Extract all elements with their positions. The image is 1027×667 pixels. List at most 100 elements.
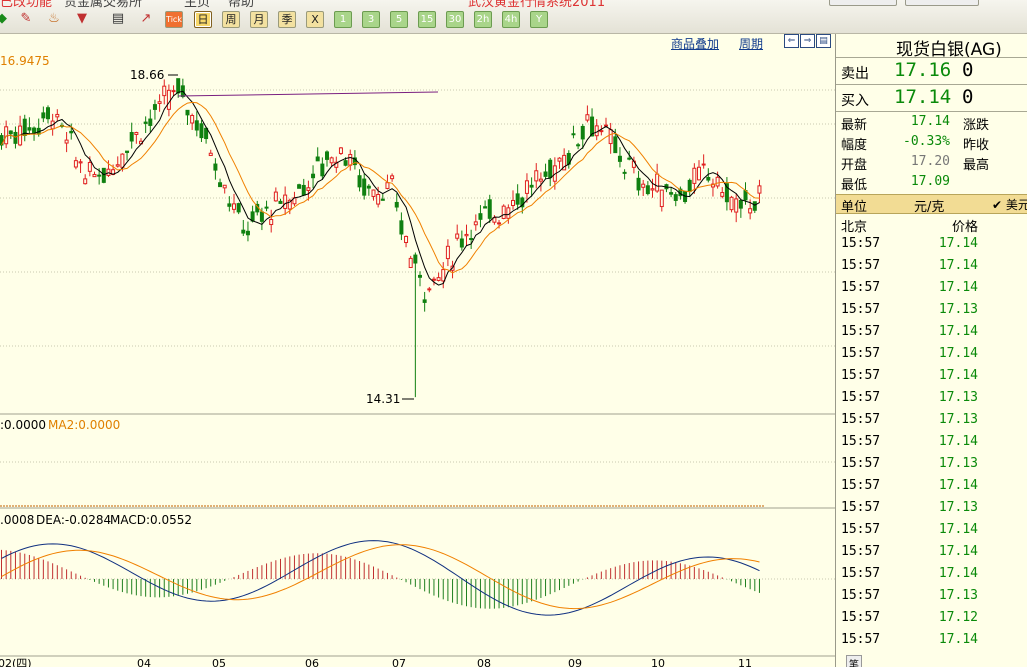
buy-label: 买入 <box>841 93 869 109</box>
period-button-5[interactable]: 1 <box>334 11 352 28</box>
tick-price: 17.13 <box>938 302 978 317</box>
tick-time: 15:57 <box>841 346 881 361</box>
candle <box>357 175 362 188</box>
menu-title-3[interactable]: 主页 <box>184 0 210 10</box>
period-button-1[interactable]: 周 <box>222 11 240 28</box>
candle <box>311 173 316 179</box>
candle <box>455 233 460 239</box>
table-icon[interactable]: ▤ <box>110 11 126 27</box>
candle <box>157 101 162 104</box>
arrow-icon[interactable]: ◆ <box>0 11 10 27</box>
chart-area[interactable]: 16.9475 18.66 14.31:0.0000 MA2:0.0000 .0008 D… <box>0 34 835 667</box>
period-button-4[interactable]: X <box>306 11 324 28</box>
buy-price: 17.14 <box>894 86 952 108</box>
tick-time: 15:57 <box>841 478 881 493</box>
candle <box>134 132 139 135</box>
candle <box>487 199 492 219</box>
period-button-0[interactable]: 日 <box>194 11 212 28</box>
period-button-7[interactable]: 5 <box>390 11 408 28</box>
candle <box>524 180 529 194</box>
candle <box>459 238 464 248</box>
candle <box>441 269 446 282</box>
currency-checkbox[interactable]: ✔ 美元 <box>992 196 1027 213</box>
overlay-link[interactable]: 商品叠加 <box>671 35 719 52</box>
pencil-icon[interactable]: ✎ <box>18 11 34 27</box>
tick-price: 17.14 <box>938 280 978 295</box>
candle <box>515 193 520 205</box>
candle <box>83 178 88 185</box>
kline-chart[interactable]: 16.9475 18.66 14.31:0.0000 MA2:0.0000 .0008 D… <box>0 34 835 667</box>
candle <box>245 230 250 236</box>
tick-time: 15:57 <box>841 434 881 449</box>
tick-time: 15:57 <box>841 302 881 317</box>
candle <box>473 221 478 226</box>
candle <box>529 184 534 188</box>
chart-icon[interactable]: ↗ <box>138 11 154 27</box>
ma-line-1 <box>1 90 760 286</box>
period-button-8[interactable]: 15 <box>418 11 436 28</box>
candle <box>413 254 418 264</box>
period-button-11[interactable]: 4h <box>502 11 520 28</box>
candle <box>92 173 97 178</box>
tick-price: 17.13 <box>938 500 978 515</box>
top-button-2[interactable] <box>905 0 979 6</box>
x-tick-label: 10 <box>651 657 665 667</box>
city-header: 北京 <box>841 220 868 235</box>
nav-right-button[interactable]: ⇒ <box>800 34 815 48</box>
list-item: 15:57 17.13 <box>836 500 1027 522</box>
layout-button[interactable]: ▤ <box>816 34 831 48</box>
list-item: 15:57 17.13 <box>836 588 1027 610</box>
candle <box>715 176 720 187</box>
candle <box>594 125 599 137</box>
tick-price: 17.13 <box>938 390 978 405</box>
candle <box>315 156 320 162</box>
x-tick-label: 06 <box>305 657 319 667</box>
candle <box>241 229 246 234</box>
tick-time: 15:57 <box>841 632 881 647</box>
top-button-1[interactable] <box>829 0 897 6</box>
candle <box>627 157 632 160</box>
filter-icon[interactable]: ▼ <box>74 11 90 27</box>
candle <box>325 151 329 160</box>
tab-ticks[interactable]: 笔 <box>846 655 862 667</box>
period-button-10[interactable]: 2h <box>474 11 492 28</box>
menu-title-4[interactable]: 帮助 <box>228 0 254 10</box>
x-tick-label: 11 <box>738 657 752 667</box>
quote-value: 17.09 <box>910 174 950 189</box>
tools-icon[interactable]: ♨ <box>46 11 62 27</box>
period-button-6[interactable]: 3 <box>362 11 380 28</box>
quote-label: 开盘 <box>841 158 868 173</box>
buy-volume: 0 <box>962 86 974 108</box>
period-button-9[interactable]: 30 <box>446 11 464 28</box>
candle <box>185 109 190 116</box>
macd-dea-line <box>1 544 760 610</box>
list-item: 15:57 17.14 <box>836 478 1027 500</box>
menu-title-1[interactable]: 已改功能 <box>0 0 52 10</box>
list-item: 15:57 17.14 <box>836 236 1027 258</box>
tick-price: 17.14 <box>938 632 978 647</box>
tick-price: 17.14 <box>938 434 978 449</box>
tick-price: 17.13 <box>938 456 978 471</box>
period-button-2[interactable]: 月 <box>250 11 268 28</box>
tick-time: 15:57 <box>841 456 881 471</box>
period-button-12[interactable]: Y <box>530 11 548 28</box>
list-item: 15:57 17.13 <box>836 302 1027 324</box>
candle <box>32 127 37 134</box>
candle <box>669 192 674 195</box>
period-button-3[interactable]: 季 <box>278 11 296 28</box>
period-link[interactable]: 周期 <box>739 35 763 52</box>
quote-value: 17.14 <box>910 114 950 129</box>
price-header: 价格 <box>952 220 979 235</box>
tick-time: 15:57 <box>841 412 881 427</box>
candle <box>655 173 660 192</box>
menu-title-2[interactable]: 贵金属交易所 <box>64 0 142 10</box>
candle <box>548 159 553 179</box>
tick-time: 15:57 <box>841 522 881 537</box>
tick-button[interactable]: Tick <box>165 11 183 28</box>
x-tick-label: 09 <box>568 657 582 667</box>
candle <box>436 277 441 281</box>
sell-volume: 0 <box>962 59 974 81</box>
nav-left-button[interactable]: ⇐ <box>784 34 799 48</box>
candle <box>427 288 432 291</box>
macd-value-label: MACD:0.0552 <box>110 513 192 527</box>
